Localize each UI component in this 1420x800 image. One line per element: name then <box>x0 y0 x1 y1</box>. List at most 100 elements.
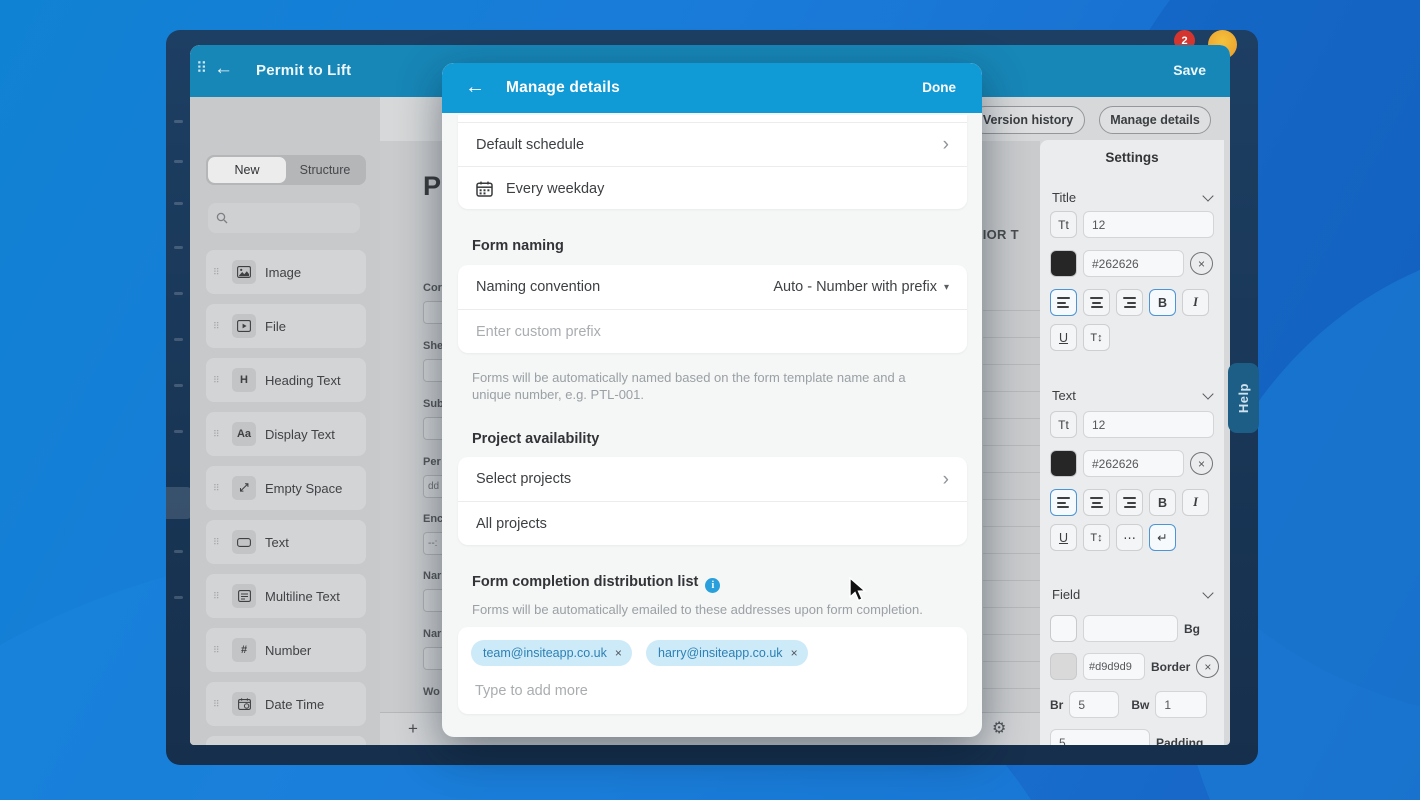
nav-rail-item <box>174 338 183 341</box>
clear-border-button[interactable]: × <box>1196 655 1219 678</box>
naming-convention-row[interactable]: Naming convention Auto - Number with pre… <box>458 265 967 309</box>
custom-prefix-row[interactable] <box>458 310 967 353</box>
table-row-line <box>983 634 1040 635</box>
save-button[interactable]: Save <box>1173 62 1206 78</box>
field-bg-input[interactable] <box>1083 615 1178 642</box>
custom-prefix-input[interactable] <box>476 324 949 340</box>
naming-convention-select[interactable]: Auto - Number with prefix ▾ <box>773 279 949 295</box>
drag-handle-icon: ⠿ <box>213 591 223 602</box>
heading-text-icon: H <box>232 368 256 392</box>
select-projects-row[interactable]: Select projects › <box>458 457 967 501</box>
align-center-button[interactable] <box>1083 289 1110 316</box>
default-schedule-row[interactable]: Default schedule › <box>458 123 967 166</box>
border-width-label: Bw <box>1131 698 1149 712</box>
scrolled-row-edge <box>458 115 967 123</box>
section-field-header[interactable]: Field <box>1052 587 1212 602</box>
text-color-input[interactable] <box>1083 450 1184 477</box>
text-font-size-value[interactable] <box>1092 418 1205 432</box>
mouse-cursor <box>848 577 870 603</box>
border-radius-input[interactable] <box>1069 691 1119 718</box>
align-left-button[interactable] <box>1050 289 1077 316</box>
italic-button[interactable]: I <box>1182 289 1209 316</box>
padding-value[interactable] <box>1059 736 1141 746</box>
add-element-button[interactable]: + <box>408 719 418 739</box>
remove-email-icon[interactable]: × <box>791 646 798 660</box>
tab-structure[interactable]: Structure <box>286 157 364 183</box>
more-options-button[interactable]: ⋯ <box>1116 524 1143 551</box>
underline-button[interactable]: U <box>1050 324 1077 351</box>
section-label: Title <box>1052 190 1076 205</box>
line-break-button[interactable]: ↵ <box>1149 524 1176 551</box>
table-row-line <box>983 688 1040 689</box>
section-text-header[interactable]: Text <box>1052 388 1212 403</box>
field-label-fragment: Sub <box>423 398 444 410</box>
field-border-value[interactable] <box>1089 661 1139 673</box>
palette-item-image[interactable]: ⠿ Image <box>206 250 366 294</box>
palette-item-number[interactable]: ⠿ # Number <box>206 628 366 672</box>
done-button[interactable]: Done <box>922 80 956 95</box>
title-color-input[interactable] <box>1083 250 1184 277</box>
underline-button[interactable]: U <box>1050 524 1077 551</box>
palette-item-date-time[interactable]: ⠿ Date Time <box>206 682 366 726</box>
clear-color-button[interactable]: × <box>1190 252 1213 275</box>
align-center-button[interactable] <box>1083 489 1110 516</box>
version-history-button[interactable]: Version history <box>971 106 1085 134</box>
italic-button[interactable]: I <box>1182 489 1209 516</box>
chevron-down-icon <box>1202 388 1213 399</box>
palette-item-file[interactable]: ⠿ File <box>206 304 366 348</box>
section-title-header[interactable]: Title <box>1052 190 1212 205</box>
bold-button[interactable]: B <box>1149 489 1176 516</box>
schedule-card: Default schedule › Every weekday <box>458 115 967 209</box>
title-font-size-value[interactable] <box>1092 218 1205 232</box>
help-tab[interactable]: Help <box>1228 363 1259 433</box>
align-right-button[interactable] <box>1116 489 1143 516</box>
schedule-value-row[interactable]: Every weekday <box>458 167 967 210</box>
modal-back-icon[interactable]: ← <box>465 76 485 99</box>
add-email-input[interactable] <box>475 683 775 699</box>
line-height-button[interactable]: T↕ <box>1083 524 1110 551</box>
align-left-button[interactable] <box>1050 489 1077 516</box>
palette-item-label: Heading Text <box>265 373 341 388</box>
table-row-line <box>983 499 1040 500</box>
table-row-line <box>983 472 1040 473</box>
bold-button[interactable]: B <box>1149 289 1176 316</box>
remove-email-icon[interactable]: × <box>615 646 622 660</box>
all-projects-row[interactable]: All projects <box>458 502 967 545</box>
palette-item-display-text[interactable]: ⠿ Aa Display Text <box>206 412 366 456</box>
clear-color-button[interactable]: × <box>1190 452 1213 475</box>
back-icon[interactable]: ← <box>214 58 233 80</box>
border-width-value[interactable] <box>1164 698 1198 712</box>
title-color-value[interactable] <box>1092 257 1175 271</box>
search-input[interactable] <box>234 211 344 225</box>
app-logo-icon: ⠿ <box>196 59 205 77</box>
palette-item-multiline-text[interactable]: ⠿ Multiline Text <box>206 574 366 618</box>
tab-new[interactable]: New <box>208 157 286 183</box>
padding-input[interactable] <box>1050 729 1150 745</box>
gear-icon[interactable]: ⚙ <box>992 718 1006 738</box>
manage-details-button[interactable]: Manage details <box>1099 106 1211 134</box>
nav-rail-item <box>174 430 183 433</box>
title-color-swatch[interactable] <box>1050 250 1077 277</box>
field-label-fragment: Nar <box>423 570 441 582</box>
text-color-value[interactable] <box>1092 457 1175 471</box>
field-border-input[interactable] <box>1083 653 1145 680</box>
field-bg-swatch[interactable] <box>1050 615 1077 642</box>
palette-item-heading-text[interactable]: ⠿ H Heading Text <box>206 358 366 402</box>
palette-search[interactable] <box>208 203 360 233</box>
line-height-button[interactable]: T↕ <box>1083 324 1110 351</box>
border-radius-value[interactable] <box>1078 698 1110 712</box>
text-color-swatch[interactable] <box>1050 450 1077 477</box>
border-width-input[interactable] <box>1155 691 1207 718</box>
palette-item-text[interactable]: ⠿ Text <box>206 520 366 564</box>
title-font-size-input[interactable] <box>1083 211 1214 238</box>
font-size-icon: Tt <box>1050 211 1077 238</box>
palette-item-partial[interactable] <box>206 736 366 745</box>
section-label: Text <box>1052 388 1076 403</box>
field-bg-value[interactable] <box>1092 622 1169 636</box>
field-border-swatch[interactable] <box>1050 653 1077 680</box>
info-icon[interactable]: i <box>705 578 720 593</box>
distribution-heading: Form completion distribution listi <box>472 574 720 593</box>
palette-item-empty-space[interactable]: ⠿ ⤢ Empty Space <box>206 466 366 510</box>
text-font-size-input[interactable] <box>1083 411 1214 438</box>
align-right-button[interactable] <box>1116 289 1143 316</box>
